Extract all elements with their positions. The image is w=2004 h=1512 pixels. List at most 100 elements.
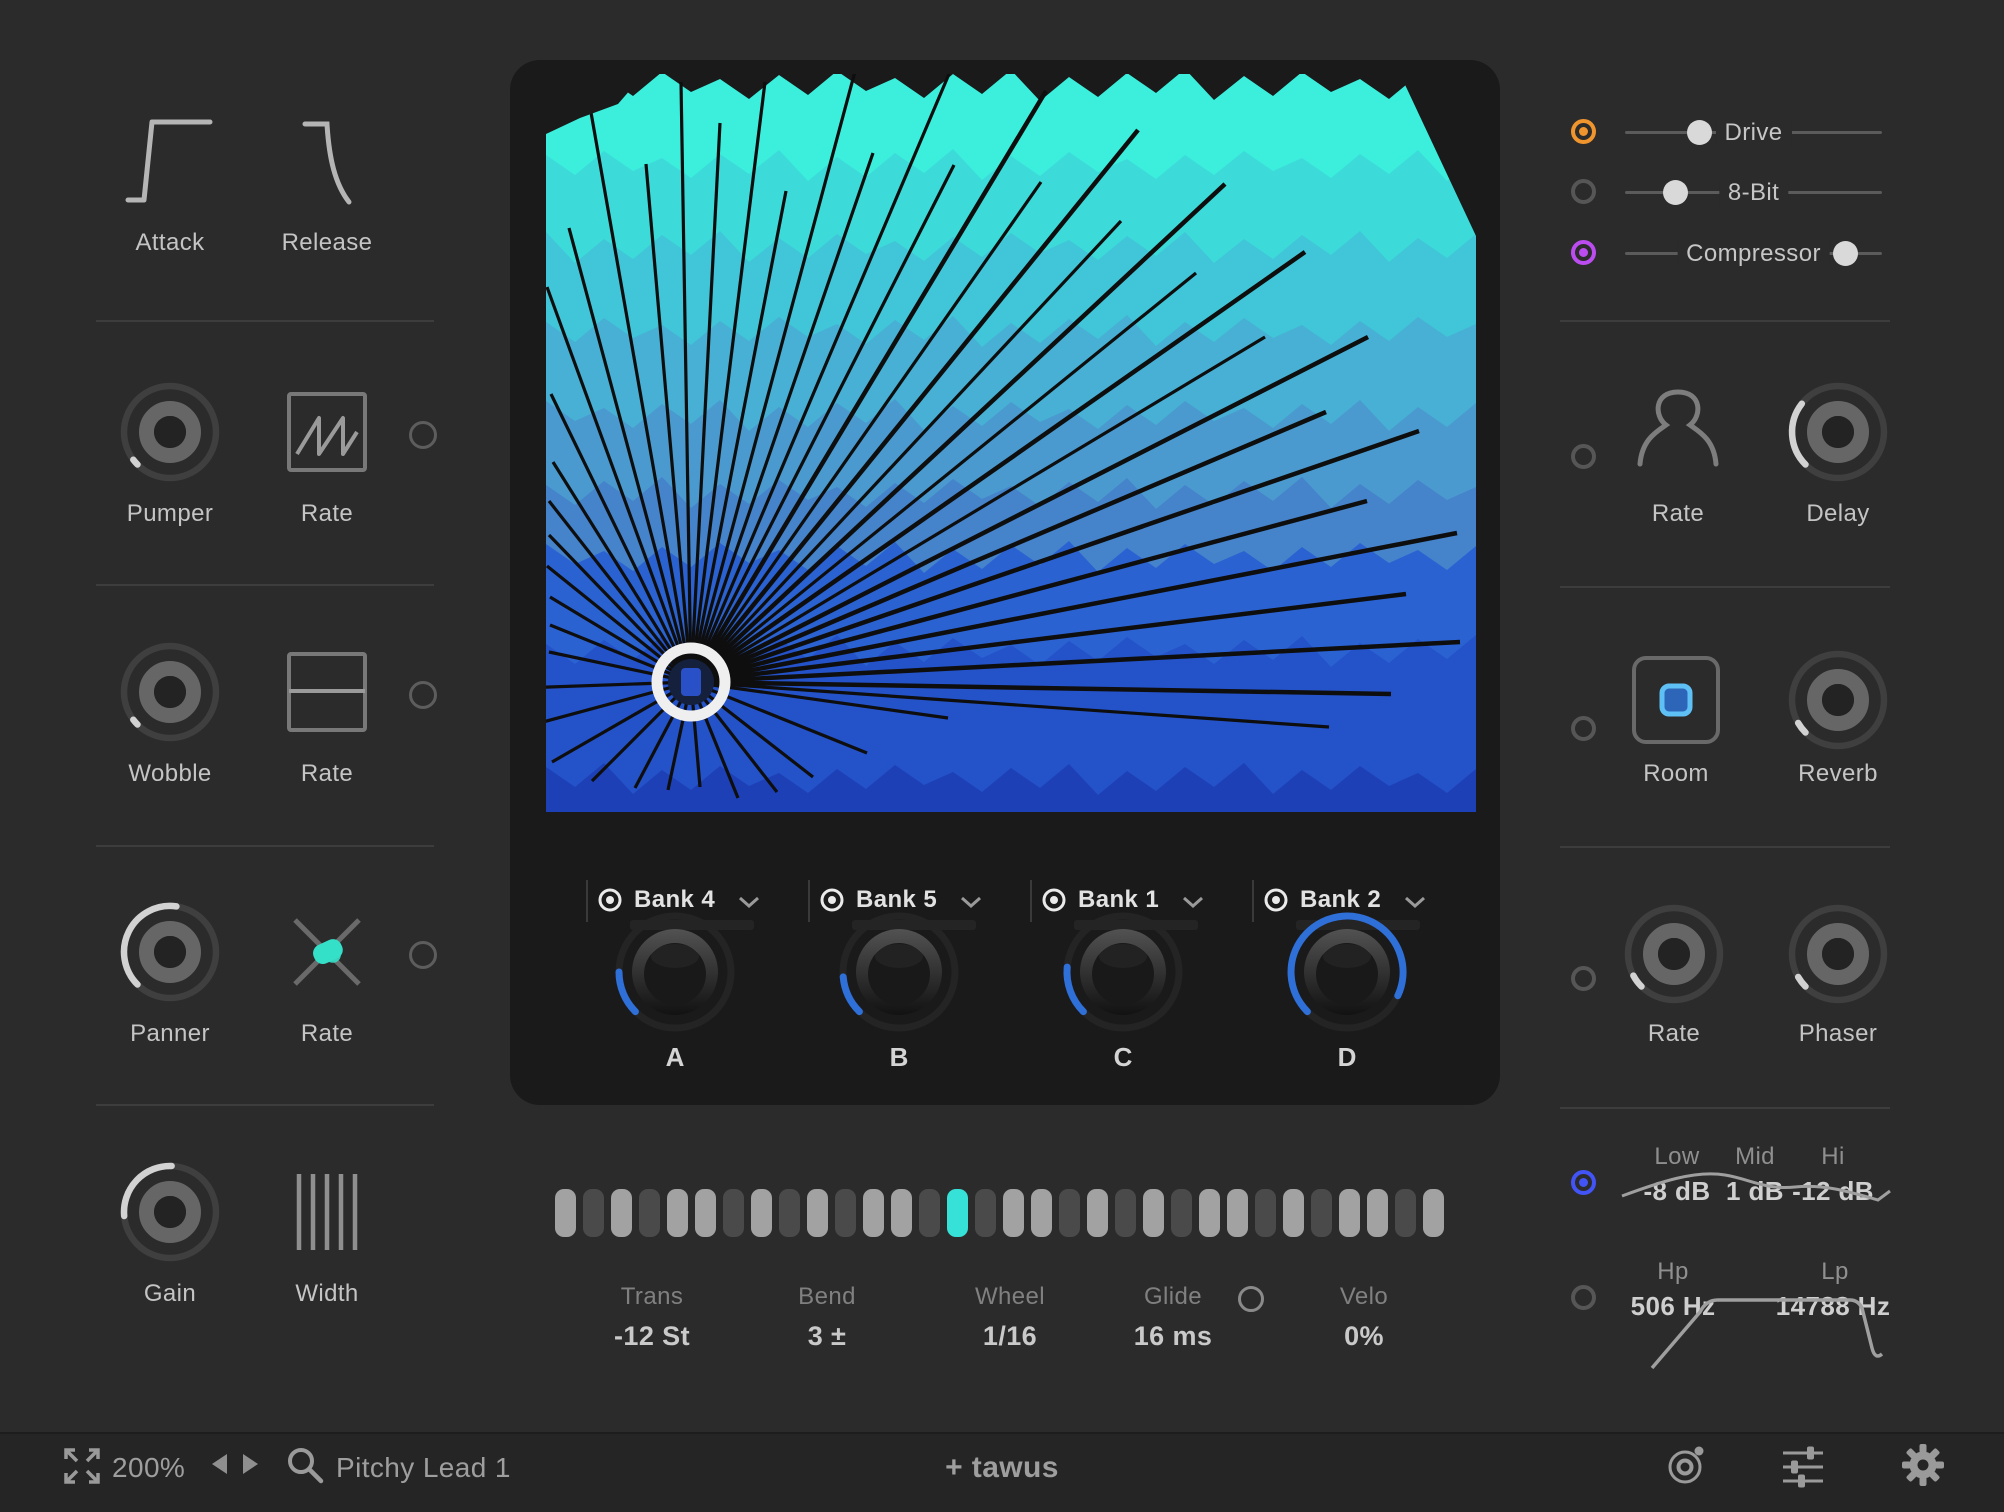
chevron-down-icon[interactable] [738,895,760,907]
key-pill[interactable] [555,1189,576,1237]
trans-label: Trans [557,1283,747,1311]
trans-value[interactable]: -12 St [557,1321,747,1352]
key-pill[interactable] [1255,1189,1276,1237]
attack-envelope-icon[interactable] [118,110,222,214]
key-pill[interactable] [639,1189,660,1237]
bit8-slider-handle[interactable] [1663,180,1688,205]
key-pill[interactable] [1283,1189,1304,1237]
gain-label: Gain [144,1280,196,1308]
pumper-knob[interactable] [118,380,222,484]
macro-a-label: A [666,1042,685,1073]
key-pill[interactable] [975,1189,996,1237]
pumper-mod-dot[interactable] [409,421,437,449]
mixer-sliders-icon[interactable] [1779,1443,1827,1491]
key-pill[interactable] [1059,1189,1080,1237]
keyboard-step-strip[interactable] [555,1189,1444,1237]
velo-value[interactable]: 0% [1269,1321,1459,1352]
panner-mod-dot[interactable] [409,941,437,969]
macro-knob-c[interactable] [1059,908,1187,1036]
chevron-down-icon[interactable] [1182,895,1204,907]
bank-tick [808,880,810,922]
active-key-pill[interactable] [947,1189,968,1237]
bit8-slider-label: 8-Bit [1719,179,1788,207]
key-pill[interactable] [611,1189,632,1237]
key-pill[interactable] [919,1189,940,1237]
release-envelope-icon[interactable] [275,110,379,214]
reverb-knob[interactable] [1786,648,1890,752]
glide-toggle-icon[interactable] [1238,1286,1264,1312]
key-pill[interactable] [1423,1189,1444,1237]
key-pill[interactable] [1311,1189,1332,1237]
bit8-slider[interactable]: 8-Bit [1625,178,1882,206]
drive-radio[interactable] [1571,119,1596,144]
chevron-down-icon[interactable] [1404,895,1426,907]
gear-icon[interactable] [1899,1441,1947,1489]
delay-knob[interactable] [1786,380,1890,484]
key-pill[interactable] [723,1189,744,1237]
preset-name[interactable]: Pitchy Lead 1 [336,1452,511,1484]
key-pill[interactable] [779,1189,800,1237]
key-pill[interactable] [1003,1189,1024,1237]
phaser-rate-radio[interactable] [1571,966,1596,991]
macro-knob-d[interactable] [1283,908,1411,1036]
person-rate-icon[interactable] [1626,376,1730,480]
phaser-knob[interactable] [1786,902,1890,1006]
fullscreen-icon[interactable] [58,1442,106,1490]
key-pill[interactable] [1199,1189,1220,1237]
wheel-value[interactable]: 1/16 [915,1321,1105,1352]
key-pill[interactable] [695,1189,716,1237]
bend-value[interactable]: 3 ± [732,1321,922,1352]
key-pill[interactable] [1115,1189,1136,1237]
orbit-icon[interactable] [1661,1441,1709,1489]
compressor-slider-handle[interactable] [1833,241,1858,266]
phaser-rate-knob[interactable] [1622,902,1726,1006]
key-pill[interactable] [891,1189,912,1237]
wobble-knob[interactable] [118,640,222,744]
chevron-down-icon[interactable] [960,895,982,907]
drive-slider[interactable]: Drive [1625,118,1882,146]
key-pill[interactable] [1339,1189,1360,1237]
right-divider-4 [1560,1107,1890,1109]
panner-knob[interactable] [118,900,222,1004]
zoom-level[interactable]: 200% [112,1452,185,1484]
width-bars-icon[interactable] [275,1160,379,1264]
key-pill[interactable] [1395,1189,1416,1237]
key-pill[interactable] [1227,1189,1248,1237]
wobble-mod-dot[interactable] [409,681,437,709]
glide-value[interactable]: 16 ms [1078,1321,1268,1352]
key-pill[interactable] [1367,1189,1388,1237]
key-pill[interactable] [667,1189,688,1237]
filters-radio[interactable] [1571,1285,1596,1310]
gain-knob[interactable] [118,1160,222,1264]
key-pill[interactable] [1143,1189,1164,1237]
key-pill[interactable] [835,1189,856,1237]
macro-knob-a[interactable] [611,908,739,1036]
delay-label: Delay [1806,500,1869,528]
key-pill[interactable] [751,1189,772,1237]
search-icon[interactable] [282,1442,328,1488]
key-pill[interactable] [1171,1189,1192,1237]
room-radio[interactable] [1571,716,1596,741]
attack-label: Attack [135,229,204,257]
next-preset-icon[interactable] [243,1454,258,1474]
drive-slider-handle[interactable] [1687,120,1712,145]
prev-preset-icon[interactable] [212,1454,227,1474]
macro-knob-b[interactable] [835,908,963,1036]
key-pill[interactable] [807,1189,828,1237]
wavetable-visualizer[interactable] [546,74,1476,812]
bit8-radio[interactable] [1571,179,1596,204]
key-pill[interactable] [583,1189,604,1237]
key-pill[interactable] [1087,1189,1108,1237]
compressor-slider[interactable]: Compressor [1625,239,1882,267]
cross-mod-rate-icon[interactable] [275,900,379,1004]
key-pill[interactable] [863,1189,884,1237]
square-rate-icon[interactable] [275,640,379,744]
lfo-rate-radio[interactable] [1571,444,1596,469]
bank-tick [586,880,588,922]
room-size-icon[interactable] [1624,648,1728,752]
sawtooth-rate-icon[interactable] [275,380,379,484]
compressor-radio[interactable] [1571,240,1596,265]
key-pill[interactable] [1031,1189,1052,1237]
right-divider-1 [1560,320,1890,322]
eq-bands-radio[interactable] [1571,1170,1596,1195]
